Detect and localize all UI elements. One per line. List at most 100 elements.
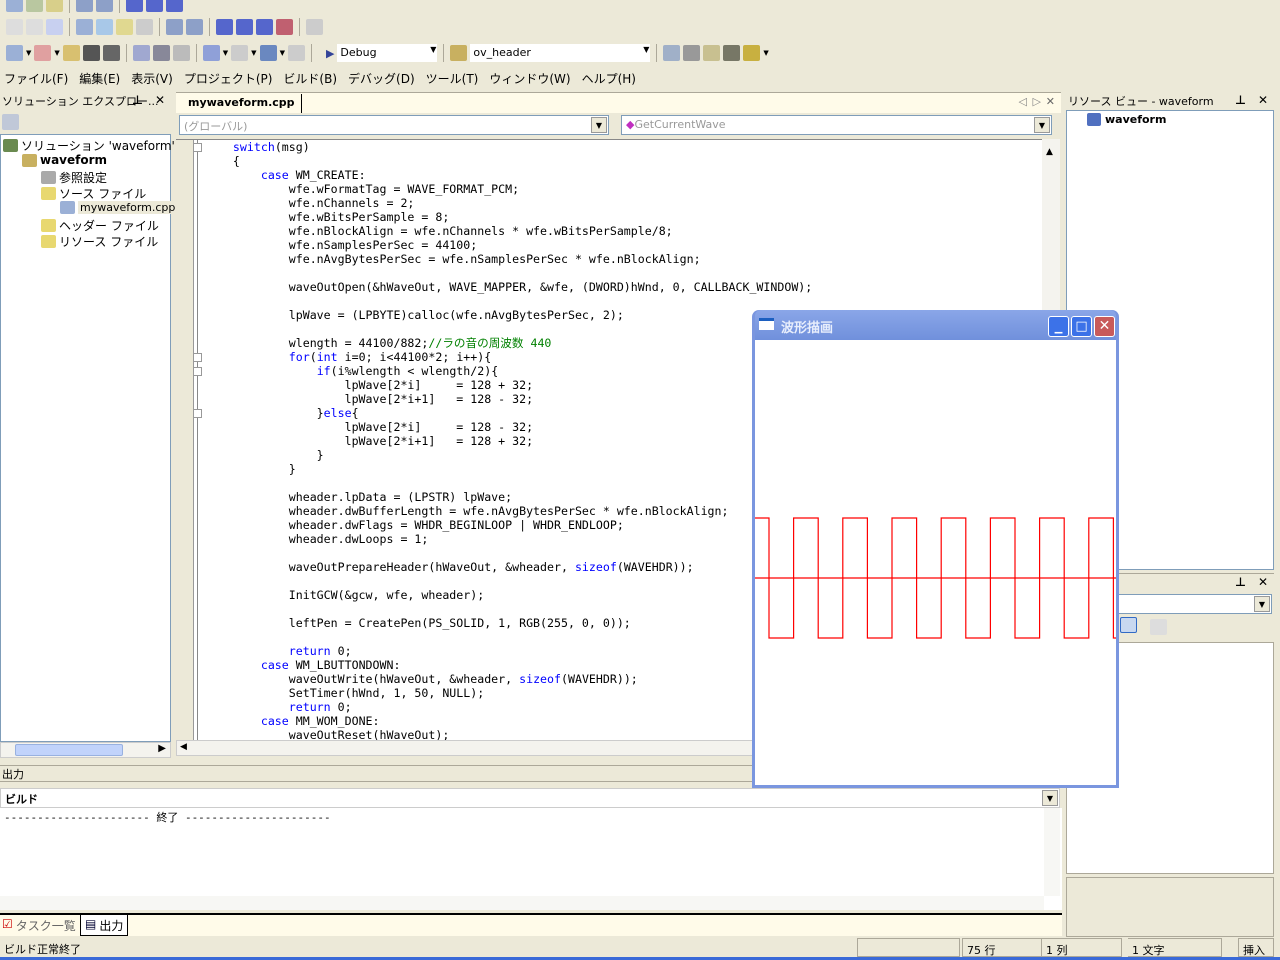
collapse-icon[interactable] — [193, 409, 202, 418]
complete-word-icon[interactable] — [136, 19, 153, 35]
tree-item[interactable]: リソース ファイル — [41, 233, 158, 250]
code-text[interactable]: switch(msg) { case WM_CREATE: wfe.wForma… — [205, 140, 812, 742]
collapse-icon[interactable] — [193, 367, 202, 376]
collapse-icon[interactable] — [193, 143, 202, 152]
comment-icon[interactable] — [6, 19, 23, 35]
menu-item[interactable]: ビルド(B) — [283, 70, 337, 87]
outdent-icon[interactable] — [96, 0, 113, 12]
prev-bookmark-icon[interactable] — [256, 19, 273, 35]
output-text[interactable]: ---------------------- 終了 --------------… — [0, 808, 1062, 910]
minimize-button[interactable]: ▁ — [1048, 316, 1069, 337]
output-vertical-scrollbar[interactable] — [1044, 808, 1060, 896]
open-file-icon[interactable] — [62, 45, 80, 61]
add-item-icon[interactable] — [34, 45, 52, 61]
property-pages-icon[interactable] — [1150, 619, 1167, 635]
config-combo[interactable]: Debug ▼ — [337, 44, 438, 62]
menu-item[interactable]: 表示(V) — [131, 70, 173, 87]
find-combo[interactable]: ov_header ▼ — [470, 44, 651, 62]
close-icon[interactable]: ✕ — [155, 93, 165, 107]
toolbar-icon[interactable] — [46, 0, 63, 12]
collapse-icon[interactable] — [193, 353, 202, 362]
tree-item[interactable]: 参照設定 — [41, 169, 107, 186]
navigate-back-icon[interactable] — [259, 45, 277, 61]
member-combo[interactable]: ◆GetCurrentWave ▼ — [621, 115, 1052, 135]
code-line: wfe.wBitsPerSample = 8; — [205, 210, 450, 224]
navigate-forward-icon[interactable] — [287, 45, 305, 61]
find-in-files-icon[interactable] — [450, 45, 468, 61]
code-line: InitGCW(&gcw, wfe, wheader); — [205, 588, 485, 602]
horizontal-scrollbar[interactable]: ▶ — [0, 742, 171, 758]
menu-item[interactable]: ツール(T) — [426, 70, 479, 87]
wave-window-titlebar[interactable]: 波形描画 ▁ □ ✕ — [755, 310, 1116, 340]
indent-icon[interactable] — [186, 19, 203, 35]
pin-icon[interactable]: ⊥ — [1235, 93, 1246, 107]
cut-icon[interactable] — [132, 45, 150, 61]
menu-item[interactable]: デバッグ(D) — [348, 70, 415, 87]
menu-item[interactable]: ファイル(F) — [4, 70, 68, 87]
next-bookmark-icon[interactable] — [236, 19, 253, 35]
tree-item[interactable]: ソース ファイル — [41, 185, 146, 202]
output-horizontal-scrollbar[interactable] — [0, 896, 1044, 910]
paste-icon[interactable] — [172, 45, 190, 61]
maximize-button[interactable]: □ — [1071, 316, 1092, 337]
pin-icon[interactable]: ⊥ — [1235, 575, 1246, 589]
new-project-icon[interactable] — [6, 45, 23, 61]
properties-icon[interactable] — [2, 114, 19, 130]
scroll-tabs-left-icon[interactable]: ◁ — [1019, 95, 1027, 108]
outdent-icon[interactable] — [166, 19, 183, 35]
close-icon[interactable]: ✕ — [1258, 575, 1268, 589]
output-source-combo[interactable]: ビルド ▼ — [0, 788, 1060, 808]
pin-icon[interactable]: ⊥ — [132, 93, 143, 107]
toolbar-icon[interactable] — [6, 0, 23, 12]
toolbar-icon[interactable] — [26, 0, 43, 12]
scope-combo[interactable]: (グローバル) ▼ — [179, 115, 609, 135]
class-view-icon[interactable] — [743, 45, 761, 61]
wave-canvas[interactable] — [755, 340, 1116, 785]
toggle-bookmark-icon[interactable] — [216, 19, 233, 35]
menu-item[interactable]: プロジェクト(P) — [184, 70, 273, 87]
resource-root[interactable]: waveform — [1087, 113, 1166, 126]
tab-mywaveform-cpp[interactable]: mywaveform.cpp — [182, 94, 302, 113]
clear-bookmarks-icon[interactable] — [276, 19, 293, 35]
bookmark-icon[interactable] — [146, 0, 163, 12]
uncomment-icon[interactable] — [26, 19, 43, 35]
tab-output[interactable]: ▤ 出力 — [80, 915, 129, 936]
tab-task-list[interactable]: ☑ タスク一覧 — [2, 917, 76, 934]
undo-icon[interactable] — [202, 45, 220, 61]
indent-icon[interactable] — [76, 0, 93, 12]
solution-explorer-icon[interactable] — [663, 45, 681, 61]
close-button[interactable]: ✕ — [1094, 316, 1115, 337]
status-mode: 挿入 — [1238, 938, 1274, 957]
copy-icon[interactable] — [152, 45, 170, 61]
close-icon[interactable]: ✕ — [1258, 93, 1268, 107]
quick-info-icon[interactable] — [116, 19, 133, 35]
right-channel-trace — [755, 577, 1116, 639]
code-line: { — [205, 154, 240, 168]
redo-icon[interactable] — [231, 45, 249, 61]
tree-item[interactable]: ヘッダー ファイル — [41, 217, 159, 234]
bookmark-icon[interactable] — [166, 0, 183, 12]
scrollbar-thumb[interactable] — [15, 744, 123, 756]
tree-item[interactable]: waveform — [22, 153, 107, 167]
tree-item[interactable]: mywaveform.cpp — [60, 201, 178, 214]
save-all-icon[interactable] — [102, 45, 120, 61]
whitespace-icon[interactable] — [46, 19, 63, 35]
tools-icon[interactable] — [723, 45, 741, 61]
menu-item[interactable]: ウィンドウ(W) — [489, 70, 570, 87]
list-members-icon[interactable] — [76, 19, 93, 35]
parameter-info-icon[interactable] — [96, 19, 113, 35]
scroll-tabs-right-icon[interactable]: ▷ — [1033, 95, 1041, 108]
menu-item[interactable]: 編集(E) — [79, 70, 120, 87]
tree-item-label: waveform — [40, 153, 108, 167]
properties-icon[interactable] — [683, 45, 701, 61]
find-icon[interactable] — [306, 19, 323, 35]
categorized-icon[interactable] — [1120, 617, 1137, 633]
menu-item[interactable]: ヘルプ(H) — [582, 70, 636, 87]
start-icon[interactable]: ▶ — [326, 47, 334, 60]
code-line: SetTimer(hWnd, 1, 50, NULL); — [205, 686, 485, 700]
save-icon[interactable] — [82, 45, 100, 61]
bookmark-icon[interactable] — [126, 0, 143, 12]
close-document-icon[interactable]: ✕ — [1046, 95, 1055, 108]
toolbox-icon[interactable] — [703, 45, 721, 61]
